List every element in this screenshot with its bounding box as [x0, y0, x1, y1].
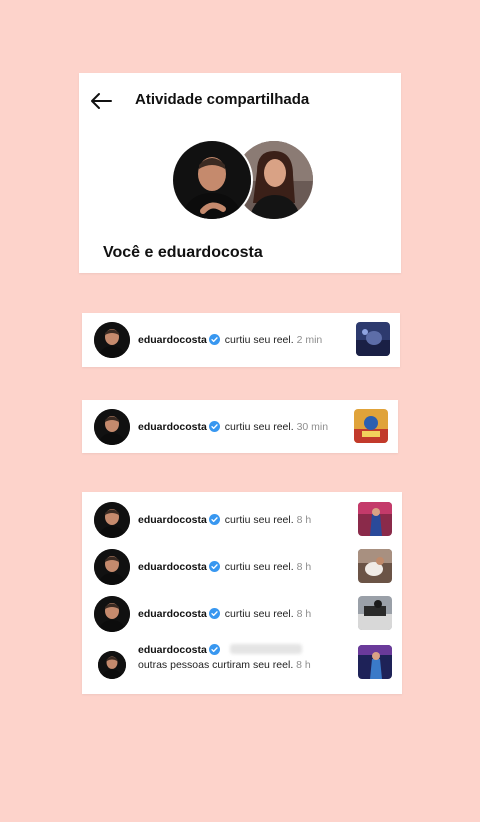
action-text: curtiu seu reel.	[224, 514, 294, 526]
timestamp: 30 min	[296, 421, 329, 433]
verified-badge-icon	[208, 421, 220, 432]
timestamp: 8 h	[296, 659, 311, 671]
verified-badge-icon	[208, 608, 220, 619]
username[interactable]: eduardocosta	[138, 644, 207, 656]
timestamp: 8 h	[296, 561, 312, 573]
notification-row[interactable]: eduardocosta outras pessoas curtiram seu…	[82, 639, 402, 687]
timestamp: 2 min	[296, 334, 323, 346]
verified-badge-icon	[208, 644, 220, 655]
notification-card: eduardocosta curtiu seu reel. 2 min	[82, 313, 400, 367]
avatar[interactable]	[94, 549, 130, 585]
redacted-text	[229, 644, 302, 654]
timestamp: 8 h	[296, 608, 312, 620]
shared-with-label: Você e eduardocosta	[103, 244, 263, 261]
action-text: curtiu seu reel.	[224, 334, 294, 346]
notification-row[interactable]: eduardocosta curtiu seu reel. 30 min	[82, 405, 398, 449]
action-text: curtiu seu reel.	[224, 608, 294, 620]
reel-thumbnail[interactable]	[356, 322, 390, 356]
username[interactable]: eduardocosta	[138, 514, 207, 526]
verified-badge-icon	[208, 334, 220, 345]
notification-row[interactable]: eduardocosta curtiu seu reel. 2 min	[82, 318, 400, 362]
page-title: Atividade compartilhada	[135, 91, 310, 108]
reel-thumbnail[interactable]	[358, 502, 392, 536]
notification-card: eduardocosta curtiu seu reel. 8 h eduard…	[82, 492, 402, 694]
action-text: curtiu seu reel.	[224, 561, 294, 573]
notification-row[interactable]: eduardocosta curtiu seu reel. 8 h	[82, 545, 402, 589]
notification-text: eduardocosta curtiu seu reel. 30 min	[138, 421, 328, 433]
notification-text: eduardocosta curtiu seu reel. 8 h	[138, 514, 311, 526]
avatar[interactable]	[94, 502, 130, 538]
avatar[interactable]	[98, 651, 126, 679]
verified-badge-icon	[208, 561, 220, 572]
notification-row[interactable]: eduardocosta curtiu seu reel. 8 h	[82, 498, 402, 542]
avatar-eduardocosta[interactable]	[171, 139, 253, 221]
notification-text: eduardocosta curtiu seu reel. 8 h	[138, 608, 311, 620]
verified-badge-icon	[208, 514, 220, 525]
action-text: curtiu seu reel.	[224, 421, 294, 433]
shared-activity-card: Atividade compartilhada Você e eduardoco…	[79, 73, 401, 273]
notification-text: eduardocosta curtiu seu reel. 2 min	[138, 334, 322, 346]
username[interactable]: eduardocosta	[138, 561, 207, 573]
action-text: outras pessoas curtiram seu reel.	[138, 659, 294, 671]
username[interactable]: eduardocosta	[138, 334, 207, 346]
reel-thumbnail[interactable]	[358, 549, 392, 583]
notification-card: eduardocosta curtiu seu reel. 30 min	[82, 400, 398, 453]
username[interactable]: eduardocosta	[138, 608, 207, 620]
notification-text: eduardocosta curtiu seu reel. 8 h	[138, 561, 311, 573]
timestamp: 8 h	[296, 514, 312, 526]
notification-text: eduardocosta outras pessoas curtiram seu…	[138, 643, 311, 673]
back-arrow-icon[interactable]	[90, 92, 112, 110]
avatar[interactable]	[94, 409, 130, 445]
avatar[interactable]	[94, 596, 130, 632]
notification-row[interactable]: eduardocosta curtiu seu reel. 8 h	[82, 592, 402, 636]
reel-thumbnail[interactable]	[354, 409, 388, 443]
reel-thumbnail[interactable]	[358, 596, 392, 630]
avatar[interactable]	[94, 322, 130, 358]
username[interactable]: eduardocosta	[138, 421, 207, 433]
reel-thumbnail[interactable]	[358, 645, 392, 679]
